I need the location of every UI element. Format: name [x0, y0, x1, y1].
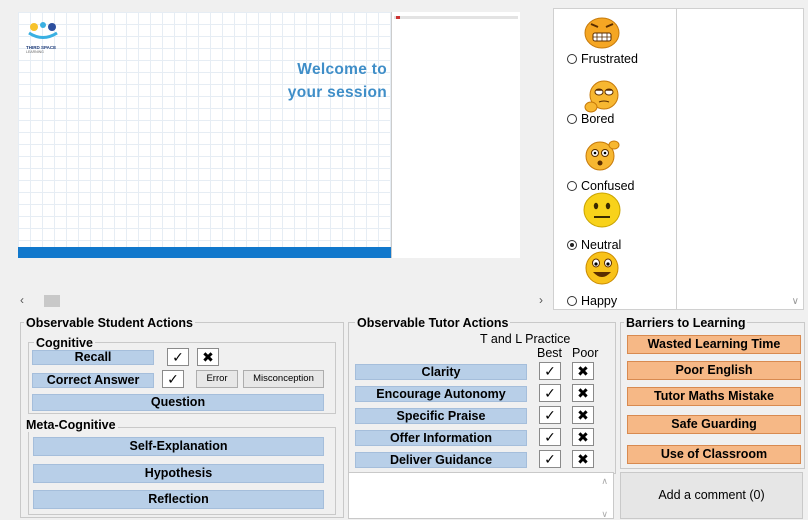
recall-cross-checkbox[interactable]: ✖: [197, 348, 219, 366]
scroll-up-icon[interactable]: ∧: [601, 476, 608, 487]
hypothesis-button[interactable]: Hypothesis: [33, 464, 324, 483]
neutral-face-icon: [583, 192, 621, 228]
correct-answer-check-checkbox[interactable]: ✓: [162, 370, 184, 388]
comment-textarea[interactable]: ∧ ∨: [348, 472, 614, 519]
correct-answer-button[interactable]: Correct Answer: [32, 373, 154, 388]
deliver-guidance-poor-checkbox[interactable]: ✖: [572, 450, 594, 468]
poor-english-button[interactable]: Poor English: [627, 361, 801, 380]
specific-praise-poor-checkbox[interactable]: ✖: [572, 406, 594, 424]
right-list-panel[interactable]: ∨: [676, 8, 804, 310]
meta-cognitive-title: Meta-Cognitive: [24, 418, 118, 432]
poor-header: Poor: [572, 346, 599, 360]
scroll-left-icon[interactable]: ‹: [20, 293, 24, 307]
tutor-specific-praise-button[interactable]: Specific Praise: [355, 408, 527, 424]
clarity-poor-checkbox[interactable]: ✖: [572, 362, 594, 380]
offer-information-best-checkbox[interactable]: ✓: [539, 428, 561, 446]
radio-bored[interactable]: [567, 114, 577, 124]
safe-guarding-button[interactable]: Safe Guarding: [627, 415, 801, 434]
radio-frustrated[interactable]: [567, 54, 577, 64]
bored-face-icon: [584, 80, 619, 113]
tutor-maths-mistake-button[interactable]: Tutor Maths Mistake: [627, 387, 801, 406]
side-preview-header: [394, 16, 518, 19]
use-of-classroom-button[interactable]: Use of Classroom: [627, 445, 801, 464]
happy-face-icon: [585, 251, 619, 285]
side-preview-panel: [391, 12, 520, 258]
logo-subtext: LEARNING: [26, 50, 44, 54]
self-explanation-button[interactable]: Self-Explanation: [33, 437, 324, 456]
emotion-label: Confused: [581, 179, 635, 193]
radio-happy[interactable]: [567, 296, 577, 306]
scroll-thumb[interactable]: [44, 295, 60, 307]
barriers-title: Barriers to Learning: [624, 316, 748, 330]
horizontal-scrollbar[interactable]: ‹ ›: [18, 292, 545, 309]
tutor-encourage-autonomy-button[interactable]: Encourage Autonomy: [355, 386, 527, 402]
third-space-logo: THIRD SPACE LEARNING: [26, 22, 81, 54]
tutor-deliver-guidance-button[interactable]: Deliver Guidance: [355, 452, 527, 468]
misconception-button[interactable]: Misconception: [243, 370, 324, 388]
emotion-label: Happy: [581, 294, 618, 308]
chevron-down-icon[interactable]: ∨: [792, 296, 799, 307]
clarity-best-checkbox[interactable]: ✓: [539, 362, 561, 380]
practice-header: T and L Practice: [480, 332, 571, 346]
tutor-actions-title: Observable Tutor Actions: [355, 316, 511, 330]
welcome-line-2: your session: [287, 84, 387, 101]
reflection-button[interactable]: Reflection: [33, 490, 324, 509]
wasted-learning-time-button[interactable]: Wasted Learning Time: [627, 335, 801, 354]
session-preview: THIRD SPACE LEARNING Welcome to your ses…: [18, 12, 391, 258]
recall-button[interactable]: Recall: [32, 350, 154, 365]
recording-indicator-icon: [396, 16, 400, 19]
logo-icon: [28, 22, 58, 39]
radio-confused[interactable]: [567, 181, 577, 191]
tutor-clarity-button[interactable]: Clarity: [355, 364, 527, 380]
offer-information-poor-checkbox[interactable]: ✖: [572, 428, 594, 446]
confused-face-icon: [585, 140, 620, 171]
error-button[interactable]: Error: [196, 370, 238, 388]
welcome-text: Welcome to your session: [262, 58, 387, 104]
cognitive-title: Cognitive: [34, 336, 95, 350]
scroll-right-icon[interactable]: ›: [539, 293, 543, 307]
deliver-guidance-best-checkbox[interactable]: ✓: [539, 450, 561, 468]
welcome-line-1: Welcome to: [297, 61, 387, 78]
specific-praise-best-checkbox[interactable]: ✓: [539, 406, 561, 424]
tutor-offer-information-button[interactable]: Offer Information: [355, 430, 527, 446]
add-comment-button[interactable]: Add a comment (0): [620, 472, 803, 519]
encourage-autonomy-poor-checkbox[interactable]: ✖: [572, 384, 594, 402]
preview-footer-bar: [18, 247, 391, 258]
encourage-autonomy-best-checkbox[interactable]: ✓: [539, 384, 561, 402]
radio-neutral[interactable]: [567, 240, 577, 250]
recall-check-checkbox[interactable]: ✓: [167, 348, 189, 366]
scroll-down-icon[interactable]: ∨: [601, 509, 608, 520]
emotion-label: Frustrated: [581, 52, 638, 66]
best-header: Best: [537, 346, 563, 360]
question-button[interactable]: Question: [32, 394, 324, 411]
emotion-label: Bored: [581, 112, 615, 126]
emotion-panel: Frustrated Bored Confused Neutral Happy: [553, 8, 677, 310]
frustrated-face-icon: [584, 17, 620, 49]
student-actions-title: Observable Student Actions: [24, 316, 195, 330]
